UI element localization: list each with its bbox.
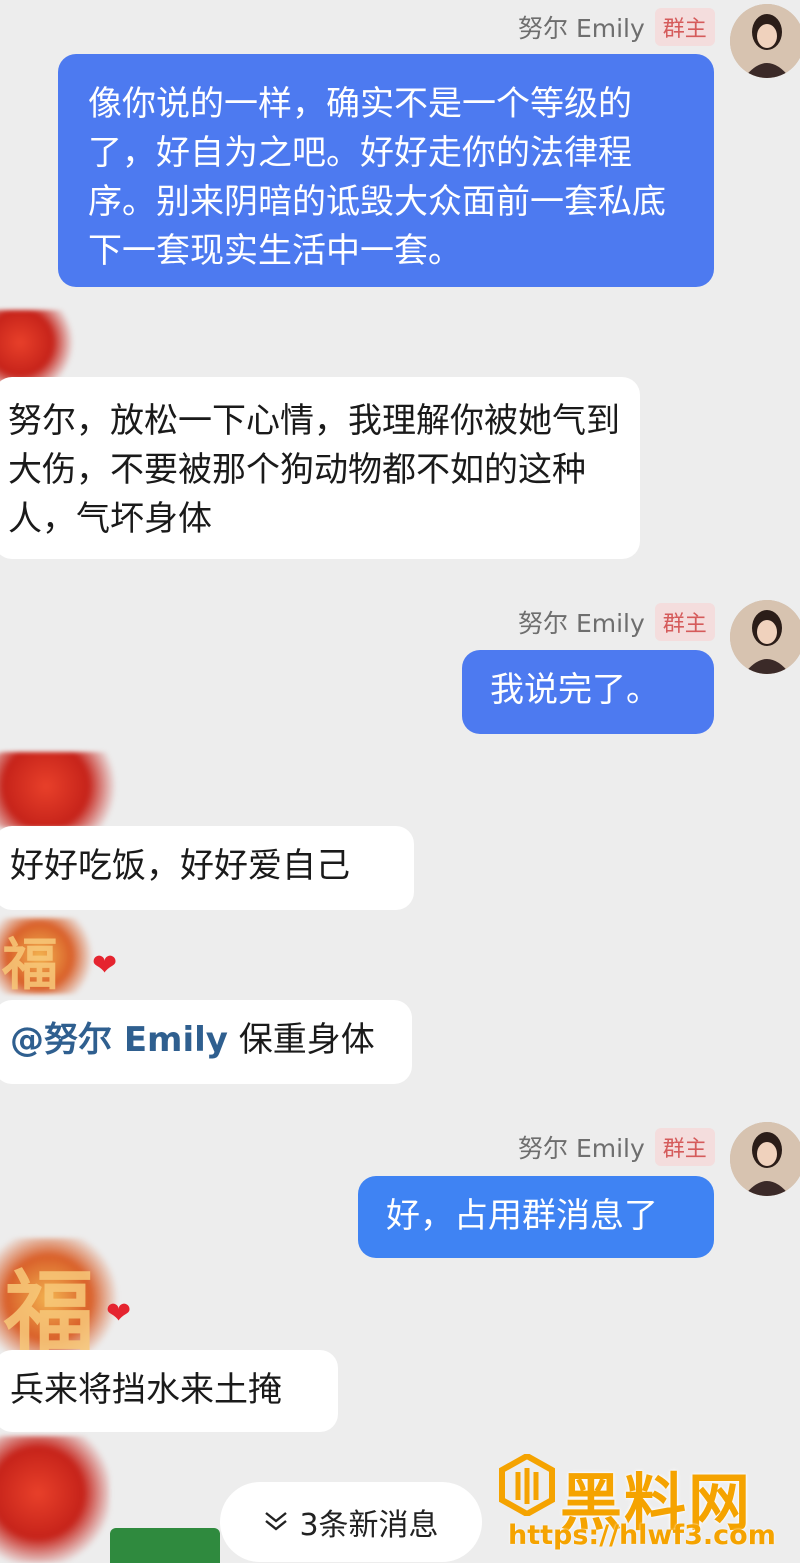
owner-badge: 群主	[654, 8, 715, 46]
sender-header: 努尔 Emily 群主	[518, 603, 715, 641]
partial-bubble	[110, 1528, 220, 1563]
message-bubble-self[interactable]: 好，占用群消息了	[358, 1176, 714, 1258]
message-text: 好好吃饭，好好爱自己	[10, 846, 350, 886]
message-text: 保重身体	[227, 1020, 375, 1060]
message-text: 兵来将挡水来土掩	[10, 1370, 282, 1410]
heart-icon: ❤	[92, 948, 118, 983]
message-text: 我说完了。	[490, 670, 660, 710]
sticker-image	[0, 310, 80, 382]
new-messages-label: 3条新消息	[299, 1508, 439, 1543]
watermark-url: https://hlwf3.com	[508, 1520, 776, 1551]
new-messages-button[interactable]: 3条新消息	[220, 1482, 482, 1562]
sticker-glyph: 福	[2, 932, 58, 998]
message-text: 好，占用群消息了	[386, 1196, 658, 1236]
message-bubble-self[interactable]: 我说完了。	[462, 650, 714, 734]
watermark: 黑料网 https://hlwf3.com	[498, 1448, 798, 1560]
sender-header: 努尔 Emily 群主	[518, 8, 715, 46]
sticker-image	[0, 752, 130, 828]
message-bubble-other[interactable]: 努尔，放松一下心情，我理解你被她气到大伤，不要被那个狗动物都不如的这种人，气坏身…	[0, 377, 640, 559]
sender-header: 努尔 Emily 群主	[518, 1128, 715, 1166]
chevron-down-icon	[263, 1505, 289, 1540]
mention-link[interactable]: @努尔 Emily	[10, 1020, 228, 1060]
watermark-logo-icon	[499, 1454, 555, 1516]
message-bubble-other[interactable]: @努尔 Emily 保重身体	[0, 1000, 412, 1084]
owner-badge: 群主	[654, 1128, 715, 1166]
sender-name[interactable]: 努尔 Emily	[518, 9, 645, 45]
heart-icon: ❤	[106, 1296, 132, 1331]
message-text: 像你说的一样，确实不是一个等级的了，好自为之吧。好好走你的法律程序。别来阴暗的诋…	[88, 84, 666, 271]
sender-name[interactable]: 努尔 Emily	[518, 1129, 645, 1165]
avatar[interactable]	[730, 600, 800, 674]
sticker-image	[0, 1436, 110, 1563]
owner-badge: 群主	[654, 603, 715, 641]
message-bubble-self[interactable]: 像你说的一样，确实不是一个等级的了，好自为之吧。好好走你的法律程序。别来阴暗的诋…	[58, 54, 714, 287]
message-bubble-other[interactable]: 好好吃饭，好好爱自己	[0, 826, 414, 910]
avatar[interactable]	[730, 1122, 800, 1196]
avatar[interactable]	[730, 4, 800, 78]
message-bubble-other[interactable]: 兵来将挡水来土掩	[0, 1350, 338, 1432]
message-text: 努尔，放松一下心情，我理解你被她气到大伤，不要被那个狗动物都不如的这种人，气坏身…	[8, 401, 620, 539]
sender-name[interactable]: 努尔 Emily	[518, 604, 645, 640]
